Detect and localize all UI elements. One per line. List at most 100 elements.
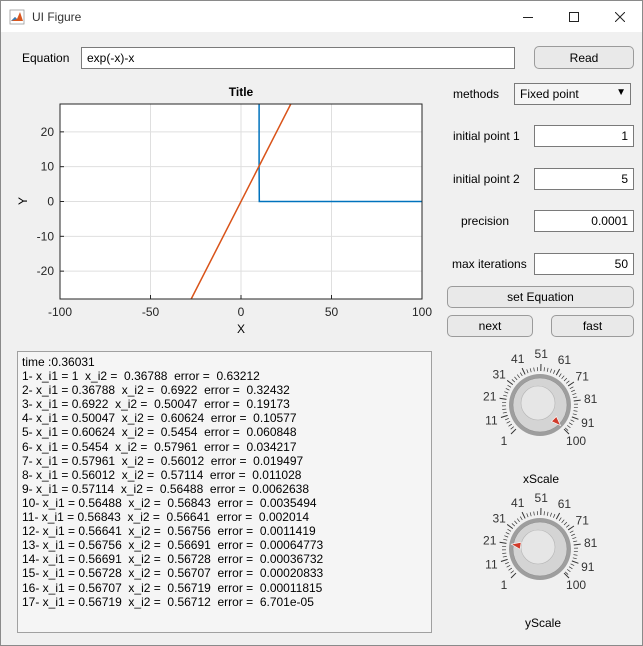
x-tick-label: 50 xyxy=(325,305,339,319)
knob-minor-tick xyxy=(511,523,516,527)
knob-minor-tick xyxy=(569,530,574,534)
xscale-label: xScale xyxy=(523,472,560,486)
knob-minor-tick xyxy=(506,564,511,568)
knob-tick-label: 1 xyxy=(501,578,508,592)
log-line: 6- x_i1 = 0.5454 x_i2 = 0.57961 error = … xyxy=(22,439,297,454)
knob-minor-tick xyxy=(502,555,507,558)
methods-label: methods xyxy=(453,87,500,101)
results-text-area[interactable]: time :0.36031 1- x_i1 = 1 x_i2 = 0.36788 … xyxy=(17,351,432,633)
knob-tick-label: 100 xyxy=(566,434,586,448)
initial-point-1-input[interactable]: 1 xyxy=(534,125,634,147)
log-line: 16- x_i1 = 0.56707 x_i2 = 0.56719 error … xyxy=(22,580,323,595)
knob-major-tick xyxy=(521,367,526,375)
knob-minor-tick xyxy=(573,540,578,543)
close-icon xyxy=(615,11,625,22)
knob-minor-tick xyxy=(572,413,577,416)
knob-minor-tick xyxy=(504,562,509,565)
knob-minor-tick xyxy=(504,391,509,394)
precision-input[interactable]: 0.0001 xyxy=(534,210,634,232)
y-axis-label: Y xyxy=(16,197,30,205)
knob-minor-tick xyxy=(519,516,523,521)
knob-major-tick xyxy=(567,381,575,387)
knob-major-tick xyxy=(567,525,575,531)
read-button[interactable]: Read xyxy=(534,46,634,69)
knob-minor-tick xyxy=(561,519,565,524)
y-tick-label: 10 xyxy=(41,160,55,174)
log-line: 11- x_i1 = 0.56843 x_i2 = 0.56641 error … xyxy=(22,510,309,525)
knob-minor-tick xyxy=(558,517,562,522)
yscale-label: yScale xyxy=(525,616,562,630)
knob-major-tick xyxy=(500,558,508,562)
y-tick-label: -10 xyxy=(37,229,55,243)
knob-major-tick xyxy=(573,399,581,402)
knob-minor-tick xyxy=(573,410,578,412)
y-axis-label-group: Y xyxy=(16,197,30,205)
knob-tick-label: 81 xyxy=(584,392,598,406)
knob-minor-tick xyxy=(569,386,574,390)
window-title: UI Figure xyxy=(32,10,82,24)
matlab-logo-icon xyxy=(9,9,25,25)
knob-minor-tick xyxy=(558,373,562,378)
methods-dropdown[interactable]: Fixed point ▼ xyxy=(514,83,631,105)
knob-minor-tick xyxy=(504,535,509,538)
knob-minor-tick xyxy=(563,377,568,382)
initial-point-2-label: initial point 2 xyxy=(453,172,520,186)
knob-minor-tick xyxy=(506,420,511,424)
knob-minor-tick xyxy=(514,520,518,525)
knob-minor-tick xyxy=(526,513,529,518)
y-tick-label: -20 xyxy=(37,264,55,278)
knob-minor-tick xyxy=(572,557,577,560)
x-tick-label: -50 xyxy=(142,305,160,319)
knob-minor-tick xyxy=(550,368,552,373)
knob-minor-tick xyxy=(550,512,552,517)
knob-tick-label: 41 xyxy=(511,496,525,510)
methods-selected-value: Fixed point xyxy=(520,87,579,101)
knob-minor-tick xyxy=(570,419,575,422)
knob-minor-tick xyxy=(571,389,576,392)
log-line: 10- x_i1 = 0.56488 x_i2 = 0.56843 error … xyxy=(22,495,317,510)
knob-tick-label: 91 xyxy=(581,416,595,430)
knob-tick-label: 61 xyxy=(558,497,572,511)
log-line: time :0.36031 xyxy=(22,355,95,369)
fast-button[interactable]: fast xyxy=(551,315,634,337)
knob-minor-tick xyxy=(508,567,513,571)
plot-axes[interactable]: Title Y X -100 -50 0 50 10020100-10-20 xyxy=(15,81,435,343)
y-tick-label: 0 xyxy=(47,195,54,209)
knob-tick-label: 21 xyxy=(483,534,497,548)
close-button[interactable] xyxy=(597,1,643,32)
next-button[interactable]: next xyxy=(447,315,533,337)
knob-major-tick xyxy=(555,368,561,376)
log-line: 9- x_i1 = 0.57114 x_i2 = 0.56488 error =… xyxy=(22,481,309,496)
log-line: 14- x_i1 = 0.56691 x_i2 = 0.56728 error … xyxy=(22,552,324,567)
knob-minor-tick xyxy=(565,380,570,384)
knob-tick-label: 71 xyxy=(576,513,590,527)
knob-minor-tick xyxy=(507,384,512,388)
knob-major-tick xyxy=(500,414,508,418)
knob-major-tick xyxy=(555,512,561,520)
x-tick-label: -100 xyxy=(48,305,72,319)
equation-input[interactable]: exp(-x)-x xyxy=(81,47,515,69)
chart-title: Title xyxy=(229,85,254,99)
log-line: 13- x_i1 = 0.56756 x_i2 = 0.56691 error … xyxy=(22,538,324,553)
knob-minor-tick xyxy=(572,393,577,395)
maximize-button[interactable] xyxy=(551,1,597,32)
knob-minor-tick xyxy=(571,533,576,536)
knob-minor-tick xyxy=(508,423,513,427)
knob-minor-tick xyxy=(573,554,578,556)
minimize-button[interactable] xyxy=(505,1,551,32)
knob-minor-tick xyxy=(516,374,520,378)
knob-major-tick xyxy=(510,428,517,435)
log-line: 12- x_i1 = 0.56641 x_i2 = 0.56756 error … xyxy=(22,524,316,539)
max-iterations-input[interactable]: 50 xyxy=(534,253,634,275)
knob-major-tick xyxy=(573,543,581,546)
set-equation-button[interactable]: set Equation xyxy=(447,286,634,308)
knob-minor-tick xyxy=(503,538,508,541)
ui-figure-window: UI Figure Equation exp(-x)-x Read Title … xyxy=(0,0,643,646)
knob-minor-tick xyxy=(568,566,573,570)
knob-cap xyxy=(520,385,556,421)
knob-tick-label: 51 xyxy=(535,491,549,505)
knob-minor-tick xyxy=(514,376,518,381)
knob-minor-tick xyxy=(507,528,512,532)
max-iterations-label: max iterations xyxy=(452,257,527,271)
initial-point-2-input[interactable]: 5 xyxy=(534,168,634,190)
